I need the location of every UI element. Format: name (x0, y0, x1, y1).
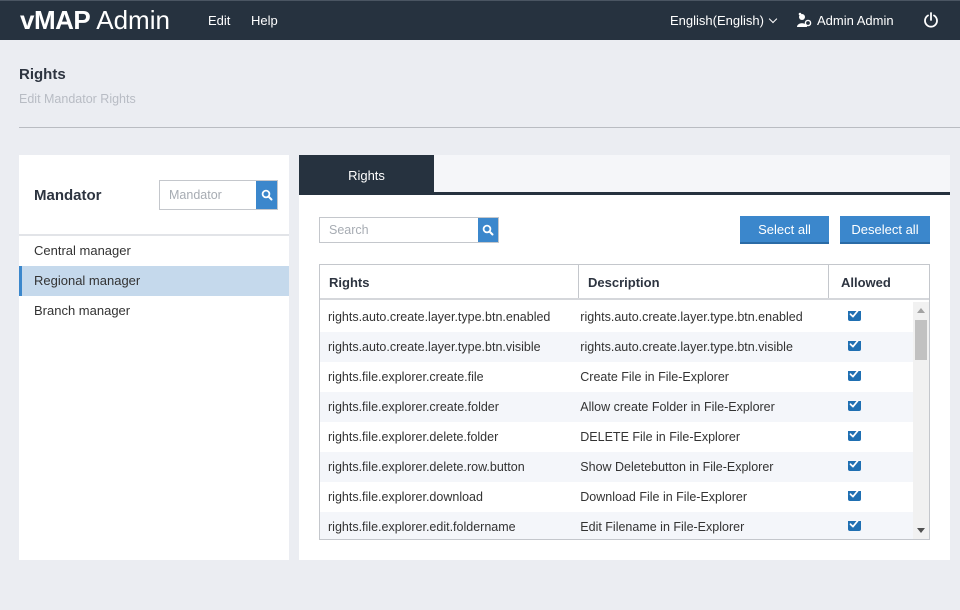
column-header-rights[interactable]: Rights (320, 265, 579, 298)
right-key-cell: rights.file.explorer.create.file (328, 370, 484, 384)
description-cell: Allow create Folder in File-Explorer (580, 400, 775, 414)
table-body: rights.auto.create.layer.type.btn.enable… (320, 302, 914, 539)
user-name: Admin Admin (817, 12, 894, 28)
right-key-cell: rights.auto.create.layer.type.btn.enable… (328, 310, 551, 324)
chevron-down-icon (768, 14, 778, 24)
description-cell: rights.auto.create.layer.type.btn.visibl… (580, 340, 793, 354)
deselect-all-button[interactable]: Deselect all (840, 216, 930, 244)
language-label: English(English) (670, 13, 764, 28)
table-header: Rights Description Allowed (320, 265, 929, 300)
checkmark-icon (849, 340, 859, 348)
checkmark-icon (849, 520, 859, 528)
right-key-cell: rights.file.explorer.delete.row.button (328, 460, 525, 474)
allowed-checkbox[interactable] (847, 430, 861, 441)
logout-button[interactable] (923, 12, 939, 33)
search-icon (261, 189, 272, 201)
mandator-search (159, 180, 278, 210)
table-row: rights.file.explorer.download Download Fi… (320, 482, 914, 512)
allowed-checkbox[interactable] (847, 400, 861, 411)
right-key-cell: rights.auto.create.layer.type.btn.visibl… (328, 340, 541, 354)
mandator-item-branch-manager[interactable]: Branch manager (19, 296, 289, 326)
rights-search-input[interactable] (320, 218, 475, 242)
checkmark-icon (849, 430, 859, 438)
language-selector[interactable]: English(English) (670, 13, 778, 28)
header-divider (19, 127, 960, 128)
menu-help[interactable]: Help (251, 13, 278, 28)
allowed-checkbox[interactable] (847, 490, 861, 501)
allowed-cell (816, 460, 914, 474)
allowed-checkbox[interactable] (847, 310, 861, 321)
table-row: rights.auto.create.layer.type.btn.visibl… (320, 332, 914, 362)
allowed-cell (816, 430, 914, 444)
mandator-panel-header: Mandator (19, 155, 289, 236)
rights-panel: Rights Select all Deselect all Rights De… (299, 155, 950, 560)
allowed-cell (816, 490, 914, 504)
rights-search (319, 217, 499, 243)
right-key-cell: rights.file.explorer.download (328, 490, 483, 504)
table-row: rights.auto.create.layer.type.btn.enable… (320, 302, 914, 332)
checkmark-icon (849, 490, 859, 498)
select-all-button[interactable]: Select all (740, 216, 829, 244)
checkmark-icon (849, 460, 859, 468)
tab-rights[interactable]: Rights (299, 155, 434, 195)
page-title: Rights (19, 66, 66, 83)
table-row: rights.file.explorer.delete.row.button Sh… (320, 452, 914, 482)
search-icon (482, 224, 494, 236)
mandator-list: Central manager Regional manager Branch … (19, 236, 289, 326)
scrollbar-thumb[interactable] (915, 320, 927, 360)
brand-suffix: Admin (96, 5, 170, 35)
mandator-search-input[interactable] (160, 181, 256, 209)
rights-table: Rights Description Allowed rights.auto.c… (319, 264, 930, 540)
description-cell: rights.auto.create.layer.type.btn.enable… (580, 310, 803, 324)
allowed-cell (816, 340, 914, 354)
allowed-cell (816, 400, 914, 414)
brand-name: vMAP (20, 5, 91, 35)
allowed-checkbox[interactable] (847, 460, 861, 471)
description-cell: Edit Filename in File-Explorer (580, 520, 745, 534)
allowed-checkbox[interactable] (847, 340, 861, 351)
right-key-cell: rights.file.explorer.delete.folder (328, 430, 499, 444)
tab-bar: Rights (299, 155, 950, 195)
user-menu[interactable]: Admin Admin (796, 12, 894, 28)
power-icon (924, 12, 938, 28)
user-settings-icon (797, 12, 812, 27)
description-cell: Create File in File-Explorer (580, 370, 729, 384)
column-header-allowed[interactable]: Allowed (829, 265, 929, 298)
mandator-panel: Mandator Central manager Regional manage… (19, 155, 289, 560)
table-row: rights.file.explorer.create.folder Allow … (320, 392, 914, 422)
right-key-cell: rights.file.explorer.create.folder (328, 400, 499, 414)
allowed-cell (816, 370, 914, 384)
mandator-title: Mandator (34, 187, 102, 204)
page-subtitle: Edit Mandator Rights (19, 92, 136, 106)
table-row: rights.file.explorer.edit.foldername Edit… (320, 512, 914, 539)
mandator-item-central-manager[interactable]: Central manager (19, 236, 289, 266)
checkmark-icon (849, 310, 859, 318)
table-row: rights.file.explorer.delete.folder DELETE… (320, 422, 914, 452)
table-scrollbar[interactable] (913, 302, 929, 539)
top-navigation-bar: vMAP Admin Edit Help English(English) Adm… (0, 0, 960, 40)
allowed-checkbox[interactable] (847, 370, 861, 381)
menu-edit[interactable]: Edit (208, 13, 230, 28)
scroll-down-arrow-icon[interactable] (917, 528, 925, 533)
description-cell: DELETE File in File-Explorer (580, 430, 741, 444)
checkmark-icon (849, 400, 859, 408)
checkmark-icon (849, 370, 859, 378)
description-cell: Show Deletebutton in File-Explorer (580, 460, 774, 474)
app-logo[interactable]: vMAP Admin (20, 5, 170, 36)
allowed-cell (816, 520, 914, 534)
allowed-checkbox[interactable] (847, 520, 861, 531)
rights-search-button[interactable] (478, 218, 498, 242)
mandator-item-regional-manager[interactable]: Regional manager (19, 266, 289, 296)
description-cell: Download File in File-Explorer (580, 490, 748, 504)
table-row: rights.file.explorer.create.file Create F… (320, 362, 914, 392)
right-key-cell: rights.file.explorer.edit.foldername (328, 520, 516, 534)
mandator-search-button[interactable] (256, 181, 277, 209)
scroll-up-arrow-icon[interactable] (917, 308, 925, 313)
column-header-description[interactable]: Description (579, 265, 829, 298)
allowed-cell (816, 310, 914, 324)
